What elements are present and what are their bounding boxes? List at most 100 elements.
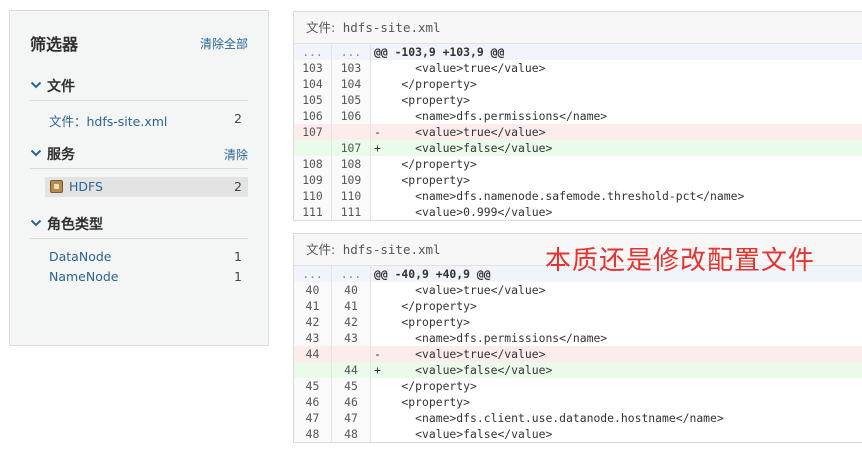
facet-count: 2 (234, 111, 242, 126)
code-text: <name>dfs.permissions</name> (374, 331, 608, 345)
chevron-down-icon[interactable] (30, 79, 42, 91)
code-text: <name>dfs.client.use.datanode.hostname</… (374, 411, 724, 425)
section-label: 文件 (47, 79, 75, 95)
old-line-number: 111 (294, 204, 332, 220)
diff-line-ctx: 103 103 <value>true</value> (294, 60, 862, 76)
facet-label[interactable]: HDFS (69, 179, 103, 194)
old-line-number: 103 (294, 60, 332, 76)
new-line-number: 46 (332, 394, 371, 410)
diff-line-ctx: 104 104 </property> (294, 76, 862, 92)
code-text: <value>0.999</value> (374, 205, 553, 219)
new-line-number: 40 (332, 282, 371, 298)
code-text: </property> (374, 379, 477, 393)
code-text: + <value>false</value> (371, 362, 862, 378)
diff-line-ctx: 111 111 <value>0.999</value> (294, 204, 862, 220)
diff-line-ctx: 47 47 <name>dfs.client.use.datanode.hostn… (294, 410, 862, 426)
facet-item-file-hdfs-site[interactable]: 文件：hdfs-site.xml 2 (30, 109, 248, 129)
diff-line-ctx: 43 43 <name>dfs.permissions</name> (294, 330, 862, 346)
facet-item-hdfs[interactable]: HDFS 2 (45, 177, 248, 197)
facet-item-namenode[interactable]: NameNode 1 (30, 267, 248, 287)
section-label: 服务 (47, 147, 75, 163)
old-line-number: 104 (294, 76, 332, 92)
clear-all-link[interactable]: 清除全部 (200, 35, 248, 52)
section-header-role-type[interactable]: 角色类型 (30, 211, 248, 239)
diff-line-ctx: 110 110 <name>dfs.namenode.safemode.thres… (294, 188, 862, 204)
chevron-down-icon[interactable] (30, 217, 42, 229)
old-line-number: 109 (294, 172, 332, 188)
old-line-number: ... (294, 266, 332, 282)
new-line-number: 106 (332, 108, 371, 124)
filter-section-role-type: 角色类型 DataNode 1 NameNode 1 (30, 211, 248, 287)
new-line-number: 107 (332, 140, 371, 156)
new-line-number: 44 (332, 362, 371, 378)
diff-line-ctx: 106 106 <name>dfs.permissions</name> (294, 108, 862, 124)
code-text: <value>true</value> (374, 283, 546, 297)
new-line-number: 111 (332, 204, 371, 220)
section-header-service[interactable]: 服务 清除 (30, 141, 248, 169)
old-line-number: 46 (294, 394, 332, 410)
new-line-number: 45 (332, 378, 371, 394)
diff-line-del: 107 - <value>true</value> (294, 124, 862, 140)
filter-section-file: 文件 文件：hdfs-site.xml 2 (30, 73, 248, 129)
section-header-file[interactable]: 文件 (30, 73, 248, 101)
code-text: <name>dfs.namenode.safemode.threshold-pc… (374, 189, 745, 203)
old-line-number: 41 (294, 298, 332, 314)
diff-file-header: 文件: hdfs-site.xml (294, 12, 862, 44)
file-label: 文件: (306, 242, 336, 257)
code-text: @@ -103,9 +103,9 @@ (371, 44, 862, 60)
facet-label[interactable]: DataNode (49, 249, 111, 264)
new-line-number: 43 (332, 330, 371, 346)
old-line-number: 40 (294, 282, 332, 298)
old-line-number: 44 (294, 346, 332, 362)
diff-lines: ...... @@ -40,9 +40,9 @@ 40 40 <value>true<… (294, 266, 862, 442)
diff-line-ctx: 108 108 </property> (294, 156, 862, 172)
code-text: <value>false</value> (374, 427, 553, 441)
new-line-number: 41 (332, 298, 371, 314)
facet-label[interactable]: NameNode (49, 269, 119, 284)
facet-count: 2 (234, 179, 242, 194)
facet-label[interactable]: 文件：hdfs-site.xml (49, 111, 167, 130)
old-line-number: 48 (294, 426, 332, 442)
diff-line-del: 44 - <value>true</value> (294, 346, 862, 362)
old-line-number: 106 (294, 108, 332, 124)
old-line-number (294, 140, 332, 156)
diff-line-ctx: 42 42 <property> (294, 314, 862, 330)
old-line-number: 47 (294, 410, 332, 426)
old-line-number: 42 (294, 314, 332, 330)
code-text: <property> (374, 315, 471, 329)
new-line-number: 103 (332, 60, 371, 76)
section-label: 角色类型 (47, 217, 103, 233)
new-line-number: 109 (332, 172, 371, 188)
code-text: </property> (374, 299, 477, 313)
file-name: hdfs-site.xml (342, 20, 441, 35)
code-text: </property> (374, 77, 477, 91)
annotation-text: 本质还是修改配置文件 (545, 246, 816, 276)
chevron-down-icon[interactable] (30, 147, 42, 159)
old-line-number: ... (294, 44, 332, 60)
code-text: </property> (374, 157, 477, 171)
new-line-number: 110 (332, 188, 371, 204)
file-label: 文件: (306, 20, 336, 35)
new-line-number: 42 (332, 314, 371, 330)
new-line-number (332, 124, 371, 140)
new-line-number: ... (332, 266, 371, 282)
diff-line-ctx: 105 105 <property> (294, 92, 862, 108)
code-text: <property> (374, 173, 471, 187)
facet-item-datanode[interactable]: DataNode 1 (30, 247, 248, 267)
code-text: - <value>true</value> (371, 346, 862, 362)
diff-line-ctx: 45 45 </property> (294, 378, 862, 394)
code-text: + <value>false</value> (371, 140, 862, 156)
clear-service-link[interactable]: 清除 (224, 146, 248, 163)
diff-line-ctx: 109 109 <property> (294, 172, 862, 188)
new-line-number (332, 346, 371, 362)
old-line-number: 45 (294, 378, 332, 394)
diff-line-ctx: 41 41 </property> (294, 298, 862, 314)
filter-header: 筛选器 清除全部 (30, 11, 248, 73)
hdfs-service-icon (50, 180, 63, 193)
old-line-number: 43 (294, 330, 332, 346)
code-text: <property> (374, 93, 471, 107)
diff-line-add: 44 + <value>false</value> (294, 362, 862, 378)
filter-title: 筛选器 (30, 35, 79, 54)
old-line-number: 110 (294, 188, 332, 204)
new-line-number: 48 (332, 426, 371, 442)
